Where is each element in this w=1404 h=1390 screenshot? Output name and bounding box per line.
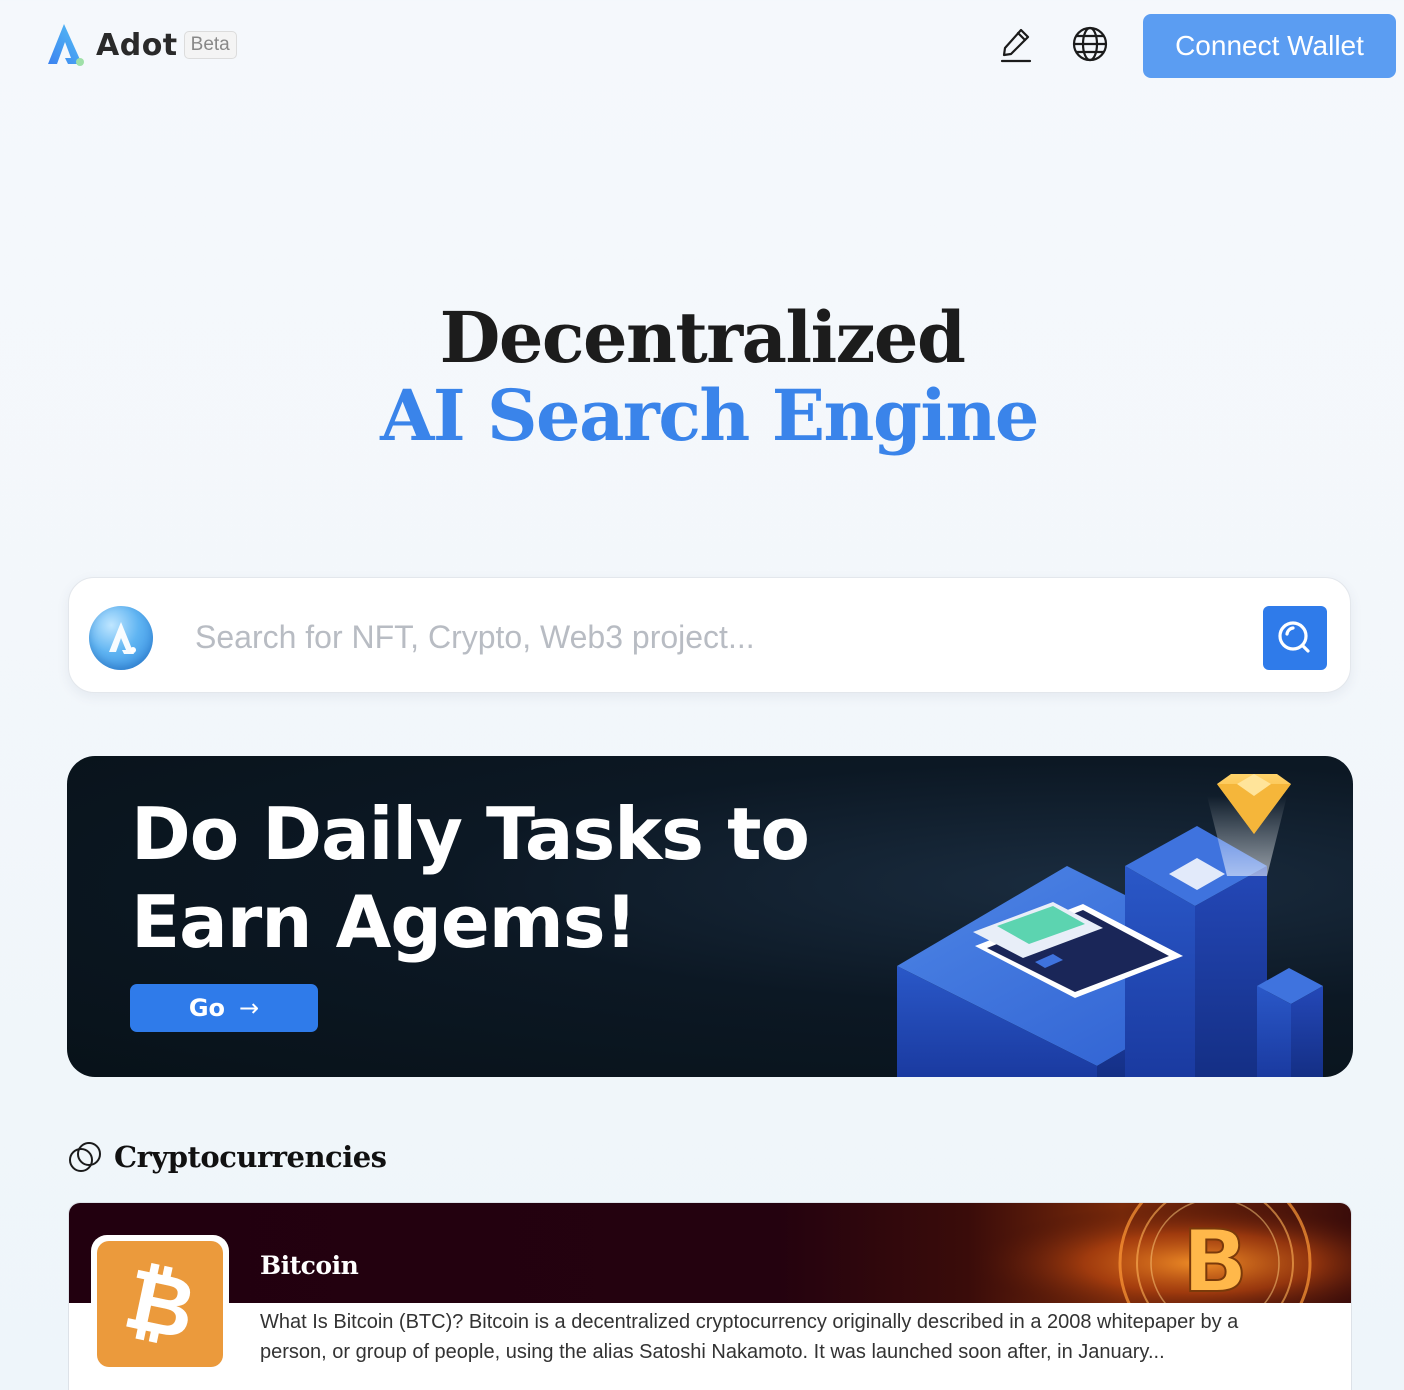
svg-text:B: B xyxy=(1182,1212,1248,1303)
daily-tasks-banner[interactable]: Do Daily Tasks to Earn Agems! Go → xyxy=(67,756,1353,1077)
section-title: Cryptocurrencies xyxy=(114,1140,387,1174)
search-button[interactable] xyxy=(1263,606,1327,670)
brand-logo[interactable]: Adot Beta xyxy=(44,22,237,68)
hero-title: Decentralized xyxy=(439,296,966,379)
ai-assistant-avatar xyxy=(89,606,153,670)
bitcoin-symbol: ₿ xyxy=(116,1248,204,1360)
adot-assistant-icon xyxy=(109,622,136,654)
go-button-label: Go xyxy=(188,994,226,1022)
connect-wallet-button[interactable]: Connect Wallet xyxy=(1143,14,1396,78)
go-button[interactable]: Go → xyxy=(130,984,318,1032)
bitcoin-logo: ₿ xyxy=(91,1235,229,1373)
top-nav: Adot Beta Connect Wallet xyxy=(0,0,1404,92)
coins-icon xyxy=(69,1142,101,1172)
crypto-card-bitcoin[interactable]: B ₿ Bitcoin What Is Bitcoin (BTC)? Bitco… xyxy=(68,1202,1352,1390)
bitcoin-icon: ₿ xyxy=(97,1241,223,1367)
beta-badge: Beta xyxy=(183,31,237,59)
banner-title-line1: Do Daily Tasks to xyxy=(131,792,810,876)
hero-subtitle: AI Search Engine xyxy=(380,374,1039,457)
edit-pencil-icon[interactable] xyxy=(996,24,1036,64)
search-bar xyxy=(68,577,1351,693)
search-input[interactable] xyxy=(195,608,1245,666)
search-icon xyxy=(1278,621,1310,653)
arrow-right-icon: → xyxy=(239,994,260,1022)
banner-title: Do Daily Tasks to Earn Agems! xyxy=(131,790,851,966)
brand-name: Adot xyxy=(96,27,178,63)
globe-icon[interactable] xyxy=(1070,24,1110,64)
crypto-description: What Is Bitcoin (BTC)? Bitcoin is a dece… xyxy=(260,1311,1239,1363)
banner-title-line2: Earn Agems! xyxy=(131,880,637,964)
crypto-name: Bitcoin xyxy=(260,1251,359,1280)
gem-tablet-illustration xyxy=(897,774,1323,1077)
adot-logo-icon xyxy=(48,24,84,66)
bitcoin-glow-illustration: B xyxy=(969,1203,1351,1303)
cryptocurrencies-section-header: Cryptocurrencies xyxy=(68,1140,387,1174)
